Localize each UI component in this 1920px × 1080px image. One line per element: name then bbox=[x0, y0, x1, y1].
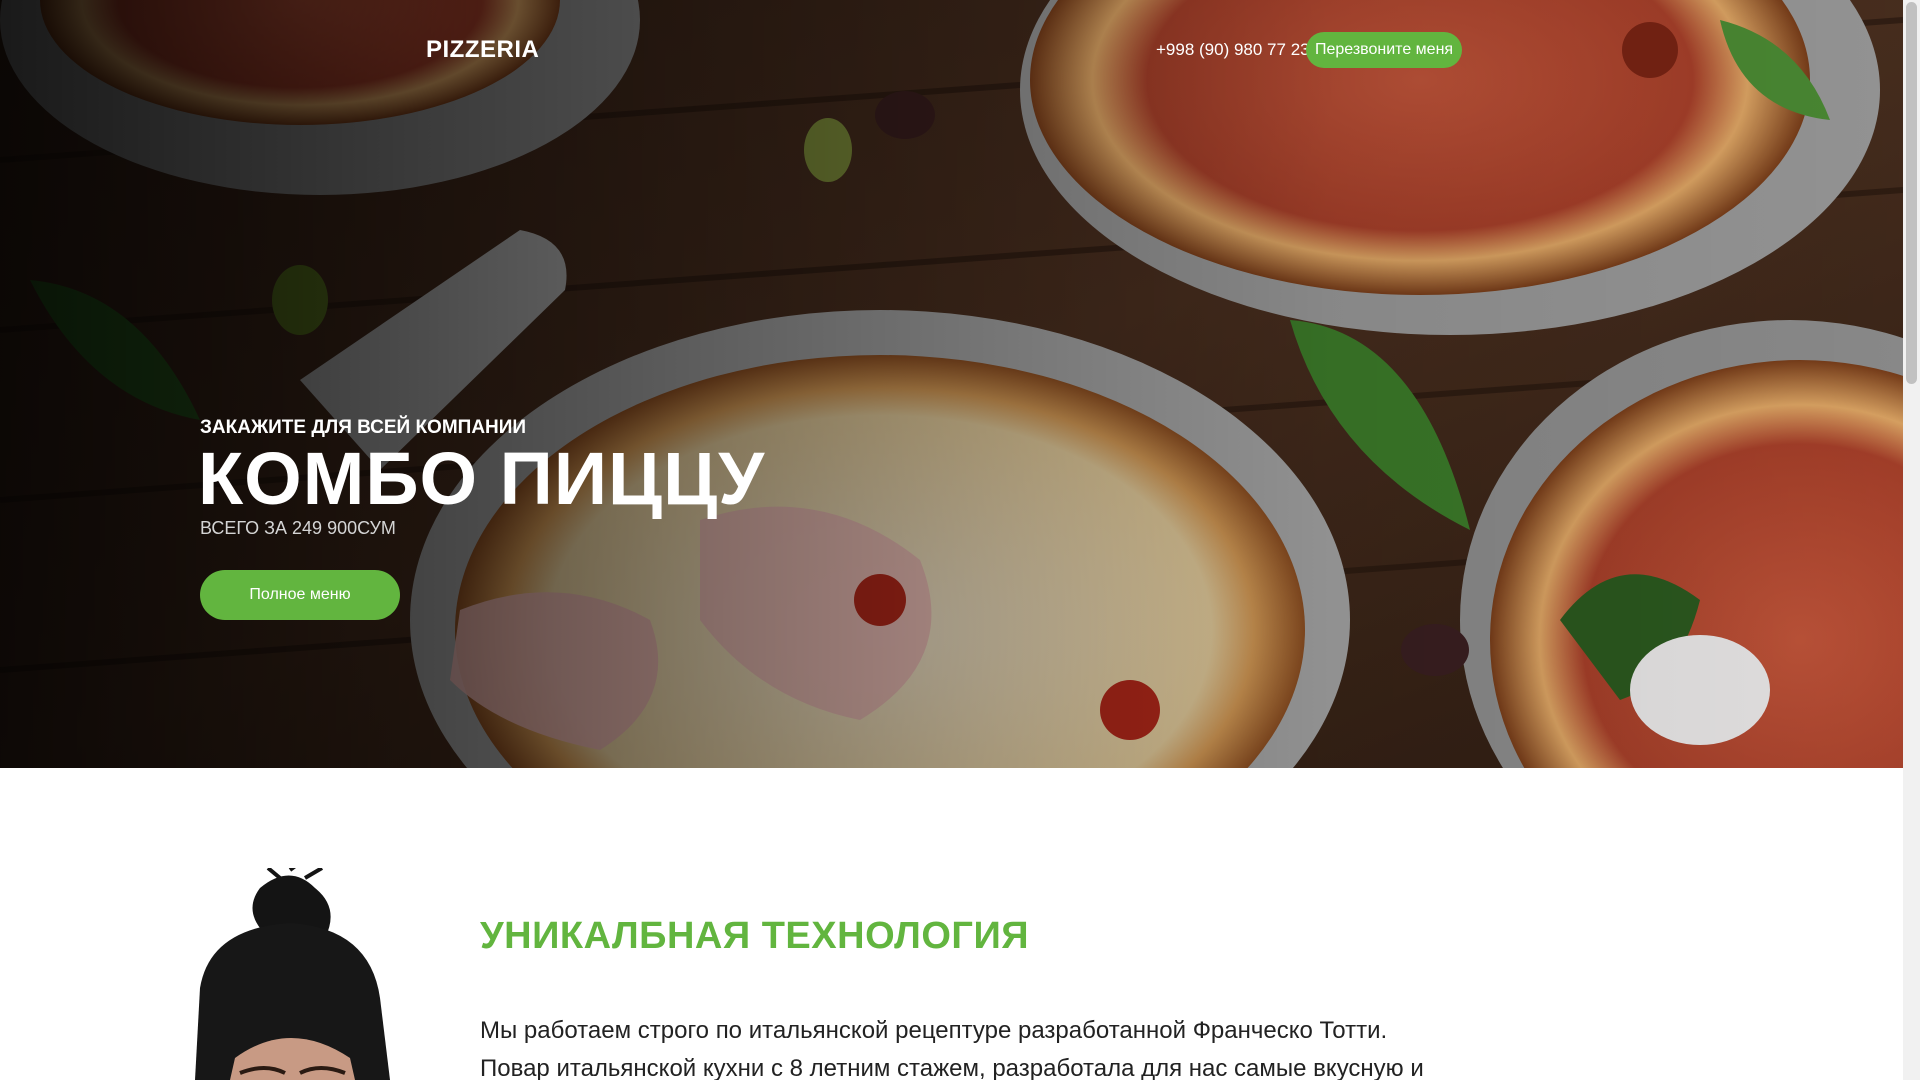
hero-title: КОМБО ПИЦЦУ bbox=[198, 437, 766, 520]
hero-section: PIZZERIA +998 (90) 980 77 23 Перезвоните… bbox=[0, 0, 1903, 768]
about-text: Мы работаем строго по итальянской рецепт… bbox=[480, 1017, 1424, 1080]
about-title: УНИКАЛБНАЯ ТЕХНОЛОГИЯ bbox=[480, 915, 1030, 957]
site-logo[interactable]: PIZZERIA bbox=[426, 36, 539, 64]
full-menu-button[interactable]: Полное меню bbox=[200, 570, 400, 620]
hero-subtitle: ЗАКАЖИТЕ ДЛЯ ВСЕЙ КОМПАНИИ bbox=[200, 417, 527, 438]
scrollbar-thumb[interactable] bbox=[1906, 2, 1917, 384]
callback-button[interactable]: Перезвоните меня bbox=[1306, 32, 1463, 68]
chef-photo bbox=[140, 868, 440, 1080]
page-scrollbar[interactable] bbox=[1903, 0, 1920, 1080]
hero-price: ВСЕГО ЗА 249 900СУМ bbox=[200, 518, 396, 538]
hero-overlay bbox=[0, 0, 1903, 768]
phone-number[interactable]: +998 (90) 980 77 23 bbox=[1156, 40, 1310, 60]
